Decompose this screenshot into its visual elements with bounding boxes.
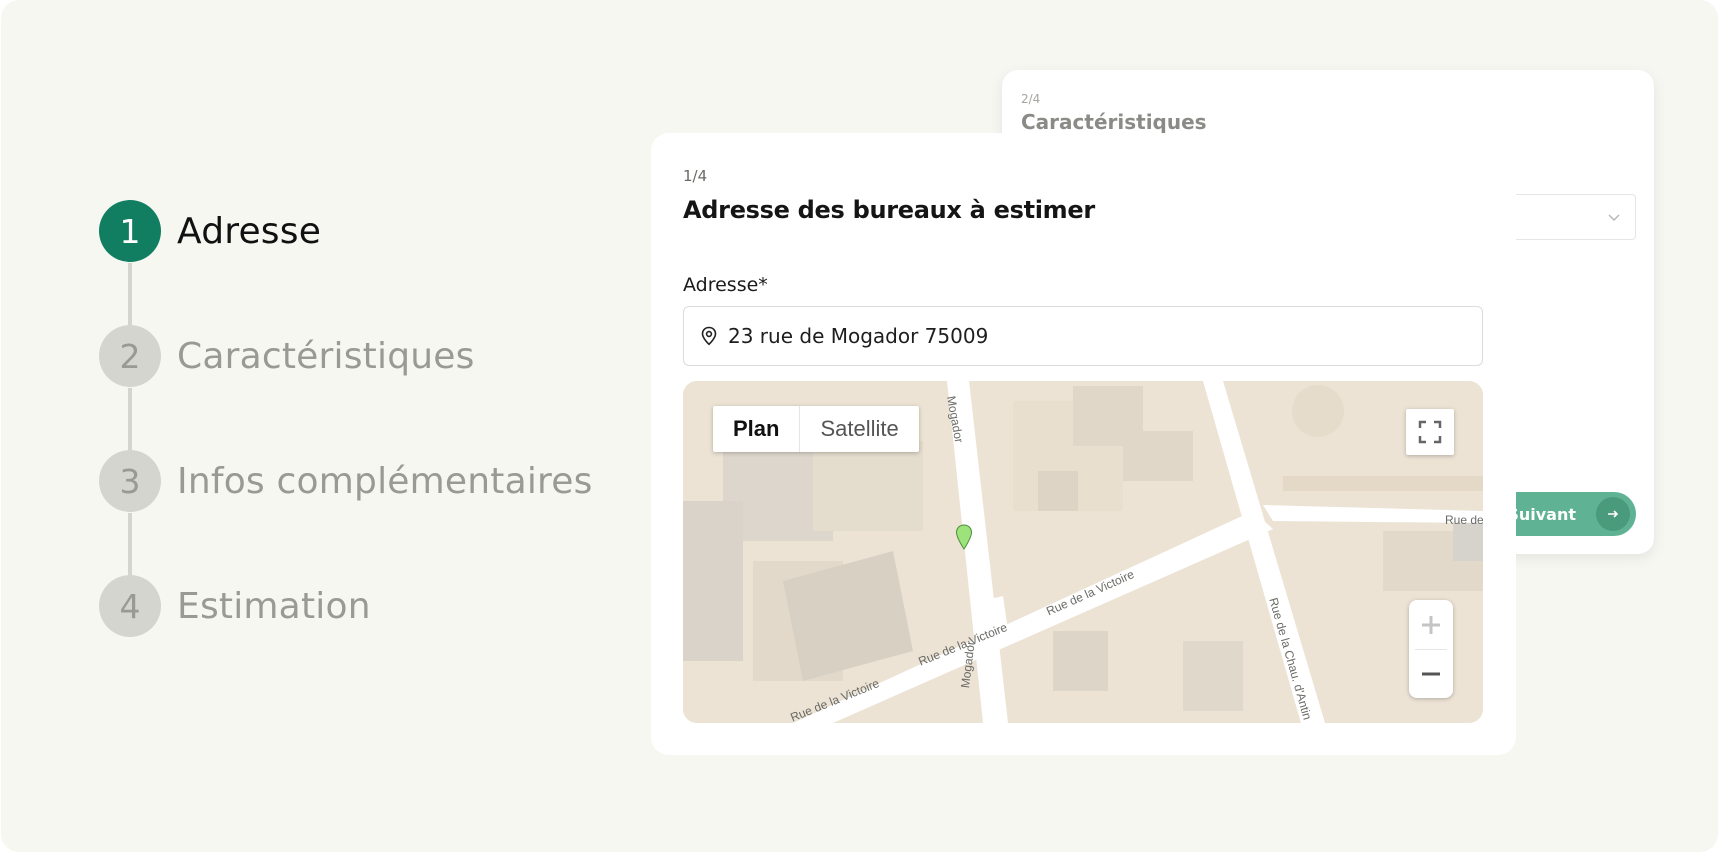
step-infos-complementaires[interactable]: 3 Infos complémentaires bbox=[99, 449, 593, 513]
minus-icon bbox=[1422, 672, 1440, 675]
map-type-toggle: Plan Satellite bbox=[713, 406, 919, 452]
map[interactable]: Mogador Mogador Rue de la Victoire Rue d… bbox=[683, 381, 1483, 723]
card-title: Caractéristiques bbox=[1021, 110, 1207, 134]
location-pin-icon bbox=[700, 326, 718, 346]
step-label: Caractéristiques bbox=[177, 335, 475, 377]
step-number: 3 bbox=[99, 450, 161, 512]
step-connector bbox=[128, 388, 132, 450]
step-count: 2/4 bbox=[1021, 92, 1041, 106]
step-number: 2 bbox=[99, 325, 161, 387]
step-label: Infos complémentaires bbox=[177, 460, 593, 502]
step-count: 1/4 bbox=[683, 167, 708, 185]
zoom-control bbox=[1409, 600, 1453, 698]
step-estimation[interactable]: 4 Estimation bbox=[99, 574, 371, 638]
step-adresse[interactable]: 1 Adresse bbox=[99, 199, 321, 263]
address-label: Adresse* bbox=[683, 274, 768, 296]
card-adresse: 1/4 Adresse des bureaux à estimer Adress… bbox=[651, 133, 1516, 755]
step-number: 4 bbox=[99, 575, 161, 637]
arrow-right-icon bbox=[1596, 497, 1630, 531]
zoom-out-button[interactable] bbox=[1409, 649, 1453, 698]
plus-icon bbox=[1422, 615, 1440, 634]
chevron-down-icon bbox=[1608, 214, 1620, 221]
fullscreen-icon bbox=[1418, 420, 1442, 444]
zoom-in-button[interactable] bbox=[1409, 600, 1453, 649]
map-type-satellite[interactable]: Satellite bbox=[800, 406, 918, 452]
step-label: Adresse bbox=[177, 210, 322, 252]
step-label: Estimation bbox=[177, 585, 371, 627]
step-caracteristiques[interactable]: 2 Caractéristiques bbox=[99, 324, 475, 388]
app-frame: 1 Adresse 2 Caractéristiques 3 Infos com… bbox=[1, 0, 1718, 852]
step-number: 1 bbox=[99, 200, 161, 262]
card-title: Adresse des bureaux à estimer bbox=[683, 196, 1095, 224]
next-button-label: Suivant bbox=[1507, 504, 1576, 524]
map-marker-icon[interactable] bbox=[955, 524, 973, 550]
address-value: 23 rue de Mogador 75009 bbox=[728, 324, 989, 348]
street-label: Rue de bbox=[1445, 513, 1483, 527]
step-connector bbox=[128, 513, 132, 575]
address-input[interactable]: 23 rue de Mogador 75009 bbox=[683, 306, 1483, 366]
map-type-plan[interactable]: Plan bbox=[713, 406, 801, 452]
step-connector bbox=[128, 263, 132, 325]
fullscreen-button[interactable] bbox=[1406, 409, 1454, 455]
